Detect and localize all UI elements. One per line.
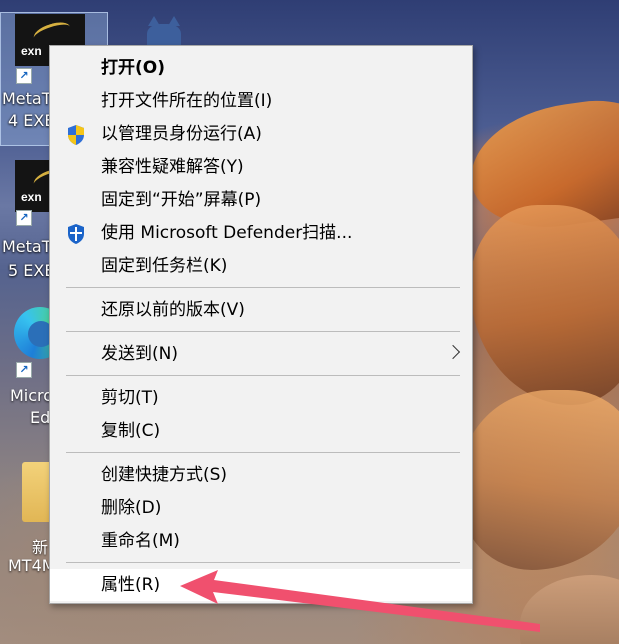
menu-item-run-as-admin[interactable]: 以管理员身份运行(A): [50, 118, 472, 150]
defender-shield-icon: [65, 223, 87, 245]
menu-separator: [66, 287, 460, 288]
menu-item-properties[interactable]: 属性(R): [50, 569, 472, 601]
menu-item-label: 创建快捷方式(S): [101, 465, 228, 485]
wallpaper-rock: [470, 205, 619, 405]
context-menu: 打开(O) 打开文件所在的位置(I) 以管理员身份运行(A) 兼容性疑难解答(Y…: [49, 45, 473, 604]
logo-text: exn: [21, 190, 42, 204]
menu-item-compatibility[interactable]: 兼容性疑难解答(Y): [50, 151, 472, 183]
uac-shield-icon: [65, 124, 87, 146]
menu-item-label: 删除(D): [101, 498, 162, 518]
chevron-right-icon: [445, 344, 461, 360]
menu-item-label: 打开(O): [101, 58, 165, 78]
menu-item-cut[interactable]: 剪切(T): [50, 382, 472, 414]
menu-item-restore-versions[interactable]: 还原以前的版本(V): [50, 294, 472, 326]
menu-item-label: 剪切(T): [101, 388, 159, 408]
menu-item-delete[interactable]: 删除(D): [50, 492, 472, 524]
menu-separator: [66, 375, 460, 376]
menu-item-open[interactable]: 打开(O): [50, 52, 472, 84]
menu-item-pin-to-start[interactable]: 固定到“开始”屏幕(P): [50, 184, 472, 216]
shortcut-arrow-icon: ↗: [16, 68, 32, 84]
desktop-icon-label: 新: [32, 538, 49, 557]
menu-item-label: 发送到(N): [101, 344, 178, 364]
menu-item-label: 以管理员身份运行(A): [101, 124, 262, 144]
menu-item-copy[interactable]: 复制(C): [50, 415, 472, 447]
menu-item-label: 打开文件所在的位置(I): [101, 91, 273, 111]
menu-item-label: 固定到“开始”屏幕(P): [101, 190, 262, 210]
desktop-icon-label: Ed: [30, 408, 51, 427]
menu-item-label: 固定到任务栏(K): [101, 256, 228, 276]
desktop-icon-label: 4 EXE: [8, 111, 55, 130]
desktop-icon-label: MetaT: [2, 237, 52, 256]
desktop-icon-label: Micro: [10, 386, 54, 405]
menu-separator: [66, 452, 460, 453]
menu-item-send-to[interactable]: 发送到(N): [50, 338, 472, 370]
menu-item-label: 兼容性疑难解答(Y): [101, 157, 244, 177]
menu-item-pin-to-taskbar[interactable]: 固定到任务栏(K): [50, 250, 472, 282]
logo-text: exn: [21, 44, 42, 58]
menu-separator: [66, 331, 460, 332]
menu-item-rename[interactable]: 重命名(M): [50, 525, 472, 557]
desktop-icon-label: MetaT: [2, 89, 52, 108]
wallpaper-rock: [460, 390, 619, 570]
desktop-icon-label: 5 EXE: [8, 261, 55, 280]
wallpaper-rock: [520, 575, 619, 644]
menu-item-label: 还原以前的版本(V): [101, 300, 245, 320]
menu-item-defender-scan[interactable]: 使用 Microsoft Defender扫描...: [50, 217, 472, 249]
menu-item-open-file-location[interactable]: 打开文件所在的位置(I): [50, 85, 472, 117]
menu-item-label: 复制(C): [101, 421, 161, 441]
shortcut-arrow-icon: ↗: [16, 210, 32, 226]
menu-separator: [66, 562, 460, 563]
shortcut-arrow-icon: ↗: [16, 362, 32, 378]
menu-item-create-shortcut[interactable]: 创建快捷方式(S): [50, 459, 472, 491]
menu-item-label: 属性(R): [101, 575, 161, 595]
menu-item-label: 使用 Microsoft Defender扫描...: [101, 223, 353, 243]
menu-item-label: 重命名(M): [101, 531, 180, 551]
